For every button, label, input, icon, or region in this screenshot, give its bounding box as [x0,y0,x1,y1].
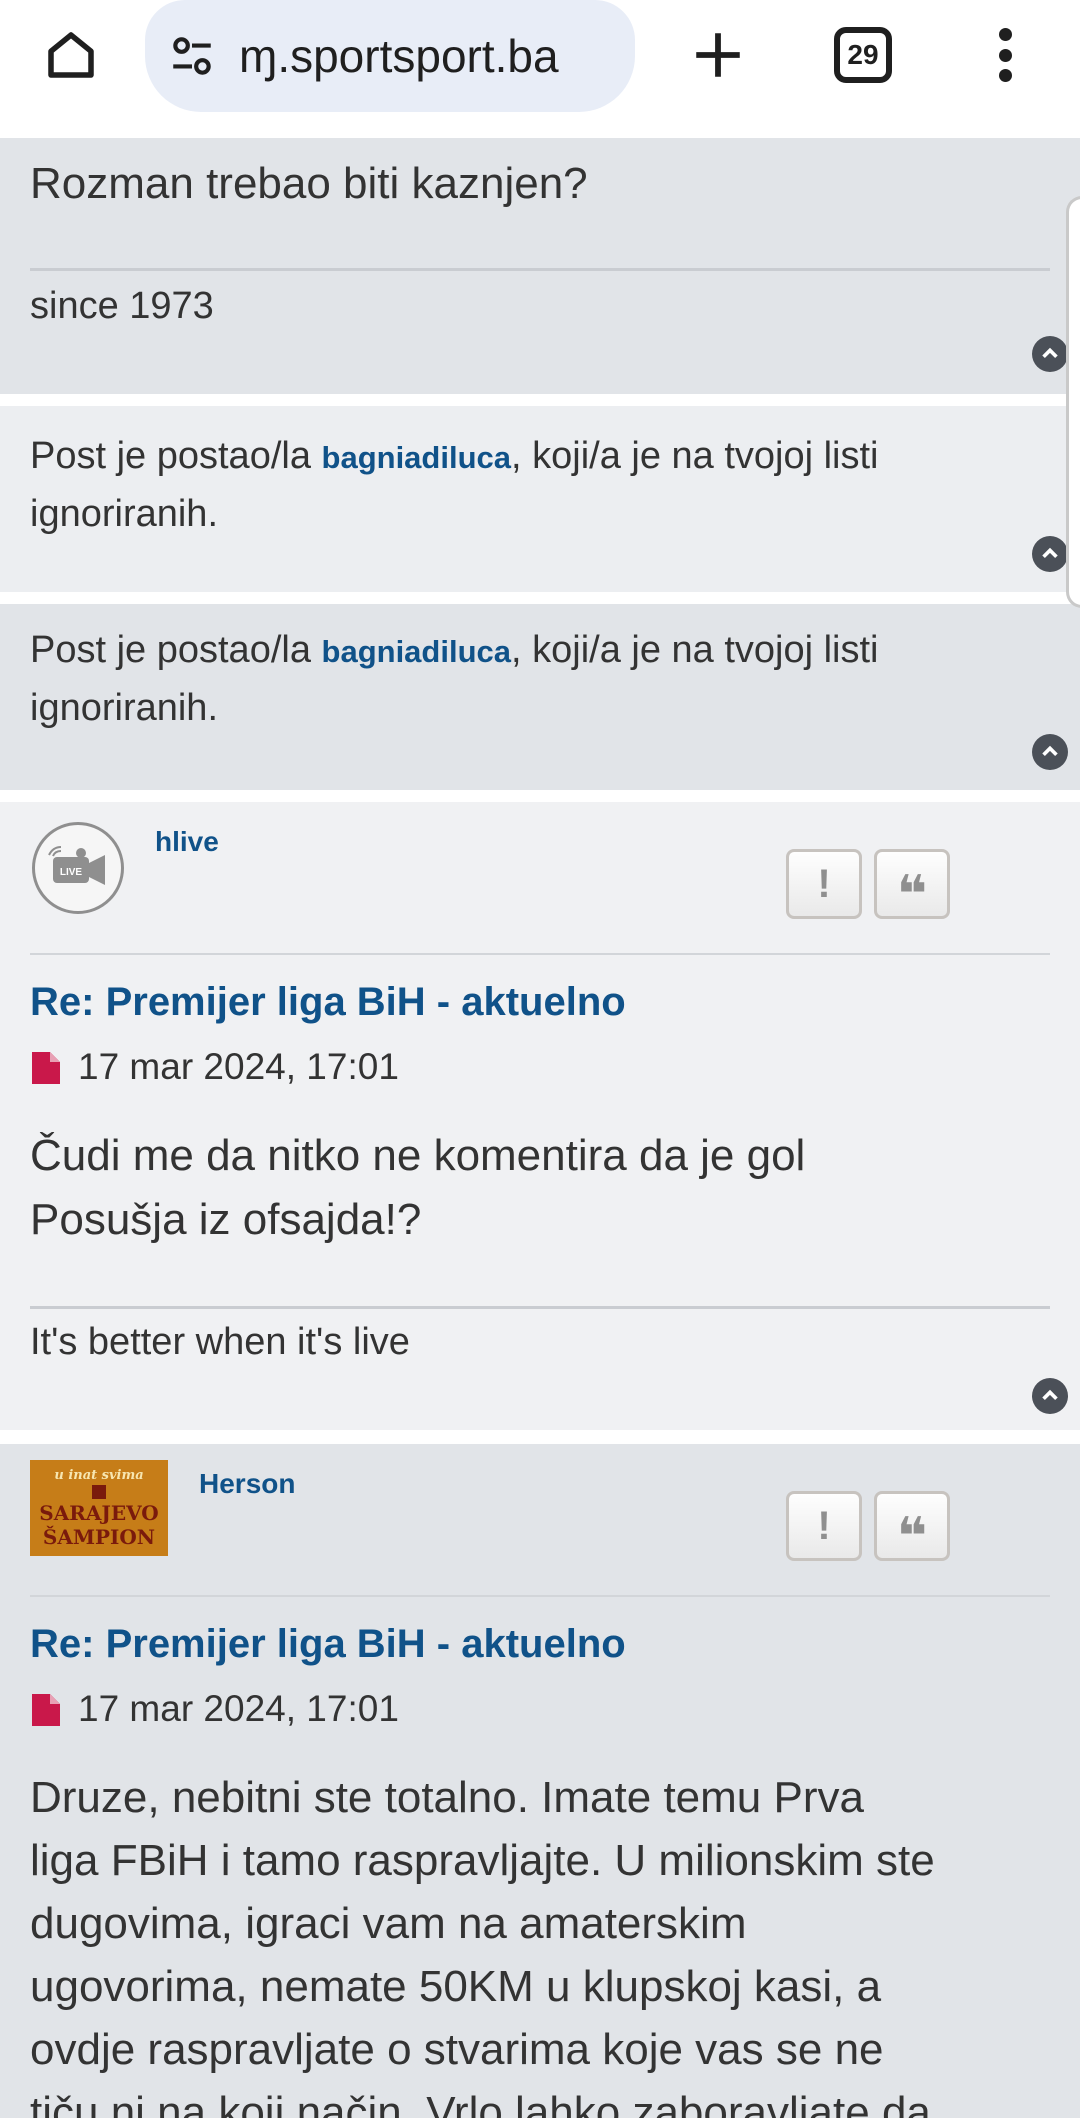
post-body-line: tiču ni na koji način. Vrlo lahko zabora… [30,2088,931,2118]
post-body-line: Čudi me da nitko ne komentira da je gol [30,1131,806,1180]
back-to-top-icon[interactable] [1032,336,1068,372]
post-title-link[interactable]: Re: Premijer liga BiH - aktuelno [30,1622,626,1667]
ignored-notice: Post je postao/la bagniadiluca, koji/a j… [30,428,1030,542]
live-camera-icon: LIVE [48,846,105,885]
post-body-line: ovdje raspravljate o stvarima koje vas s… [30,2025,884,2074]
post-hlive: LIVE hlive ! ❝ Re: Premijer liga BiH - a… [0,802,1080,1430]
more-menu-icon[interactable] [990,22,1020,88]
post-body-line: Posušja iz ofsajda!? [30,1195,422,1244]
quote-button[interactable]: ❝ [874,849,950,921]
ignored-line2: ignoriranih. [30,493,218,535]
ignored-prefix: Post je postao/la [30,629,322,671]
post-partial: Rozman trebao biti kaznjen? since 1973 [0,138,1080,394]
post-body: Druze, nebitni ste totalno. Imate temu P… [30,1766,1070,2118]
post-link-icon[interactable] [32,1694,60,1726]
back-to-top-icon[interactable] [1032,536,1068,572]
address-bar[interactable]: ɱ.sportsport.ba [145,0,635,112]
quote-button[interactable]: ❝ [874,1491,950,1563]
url-text: ɱ.sportsport.ba [239,30,559,82]
ignored-line2: ignoriranih. [30,687,218,729]
post-herson: u inat svima SARAJEVO ŠAMPION Herson ! ❝… [0,1444,1080,2118]
ignored-prefix: Post je postao/la [30,435,322,477]
report-button[interactable]: ! [786,1491,862,1561]
post-body-line: ugovorima, nemate 50KM u klupskoj kasi, … [30,1962,882,2011]
avatar[interactable]: u inat svima SARAJEVO ŠAMPION [30,1460,168,1556]
post-link-icon[interactable] [32,1052,60,1084]
new-tab-icon[interactable] [685,22,751,88]
post-date: 17 mar 2024, 17:01 [78,1046,399,1087]
post-date: 17 mar 2024, 17:01 [78,1688,399,1729]
post-body-line: dugovima, igraci vam na amaterskim [30,1899,747,1948]
back-to-top-icon[interactable] [1032,734,1068,770]
signature-separator [30,1306,1050,1309]
ignored-username-link[interactable]: bagniadiluca [322,440,511,475]
svg-text:LIVE: LIVE [60,867,83,878]
scroll-handle[interactable] [1066,196,1080,608]
avatar[interactable]: LIVE [32,822,124,914]
ignored-post: Post je postao/la bagniadiluca, koji/a j… [0,604,1080,790]
signature-separator [30,268,1050,271]
ignored-suffix: , koji/a je na tvojoj listi [511,629,879,671]
avatar-caption: u inat svima [54,1467,144,1483]
author-link[interactable]: hlive [155,826,219,858]
browser-toolbar: ɱ.sportsport.ba 29 [0,0,1080,138]
post-signature: since 1973 [30,285,214,327]
ignored-username-link[interactable]: bagniadiluca [322,634,511,669]
avatar-caption: ŠAMPION [42,1524,156,1549]
post-divider [30,1595,1050,1597]
site-settings-icon[interactable] [167,31,217,81]
author-link[interactable]: Herson [199,1468,295,1500]
ignored-notice: Post je postao/la bagniadiluca, koji/a j… [30,622,1030,736]
post-body: Rozman trebao biti kaznjen? [30,159,588,208]
post-body-line: Druze, nebitni ste totalno. Imate temu P… [30,1773,864,1822]
avatar-caption: SARAJEVO [39,1500,159,1525]
post-divider [30,953,1050,955]
ignored-post: Post je postao/la bagniadiluca, koji/a j… [0,406,1080,592]
post-title-link[interactable]: Re: Premijer liga BiH - aktuelno [30,980,626,1025]
post-signature: It's better when it's live [30,1321,410,1363]
crest-icon [92,1484,106,1499]
post-body-line: liga FBiH i tamo raspravljajte. U milion… [30,1836,935,1885]
back-to-top-icon[interactable] [1032,1378,1068,1414]
tab-switcher-button[interactable]: 29 [834,27,892,83]
home-icon[interactable] [38,22,104,88]
ignored-suffix: , koji/a je na tvojoj listi [511,435,879,477]
report-button[interactable]: ! [786,849,862,919]
